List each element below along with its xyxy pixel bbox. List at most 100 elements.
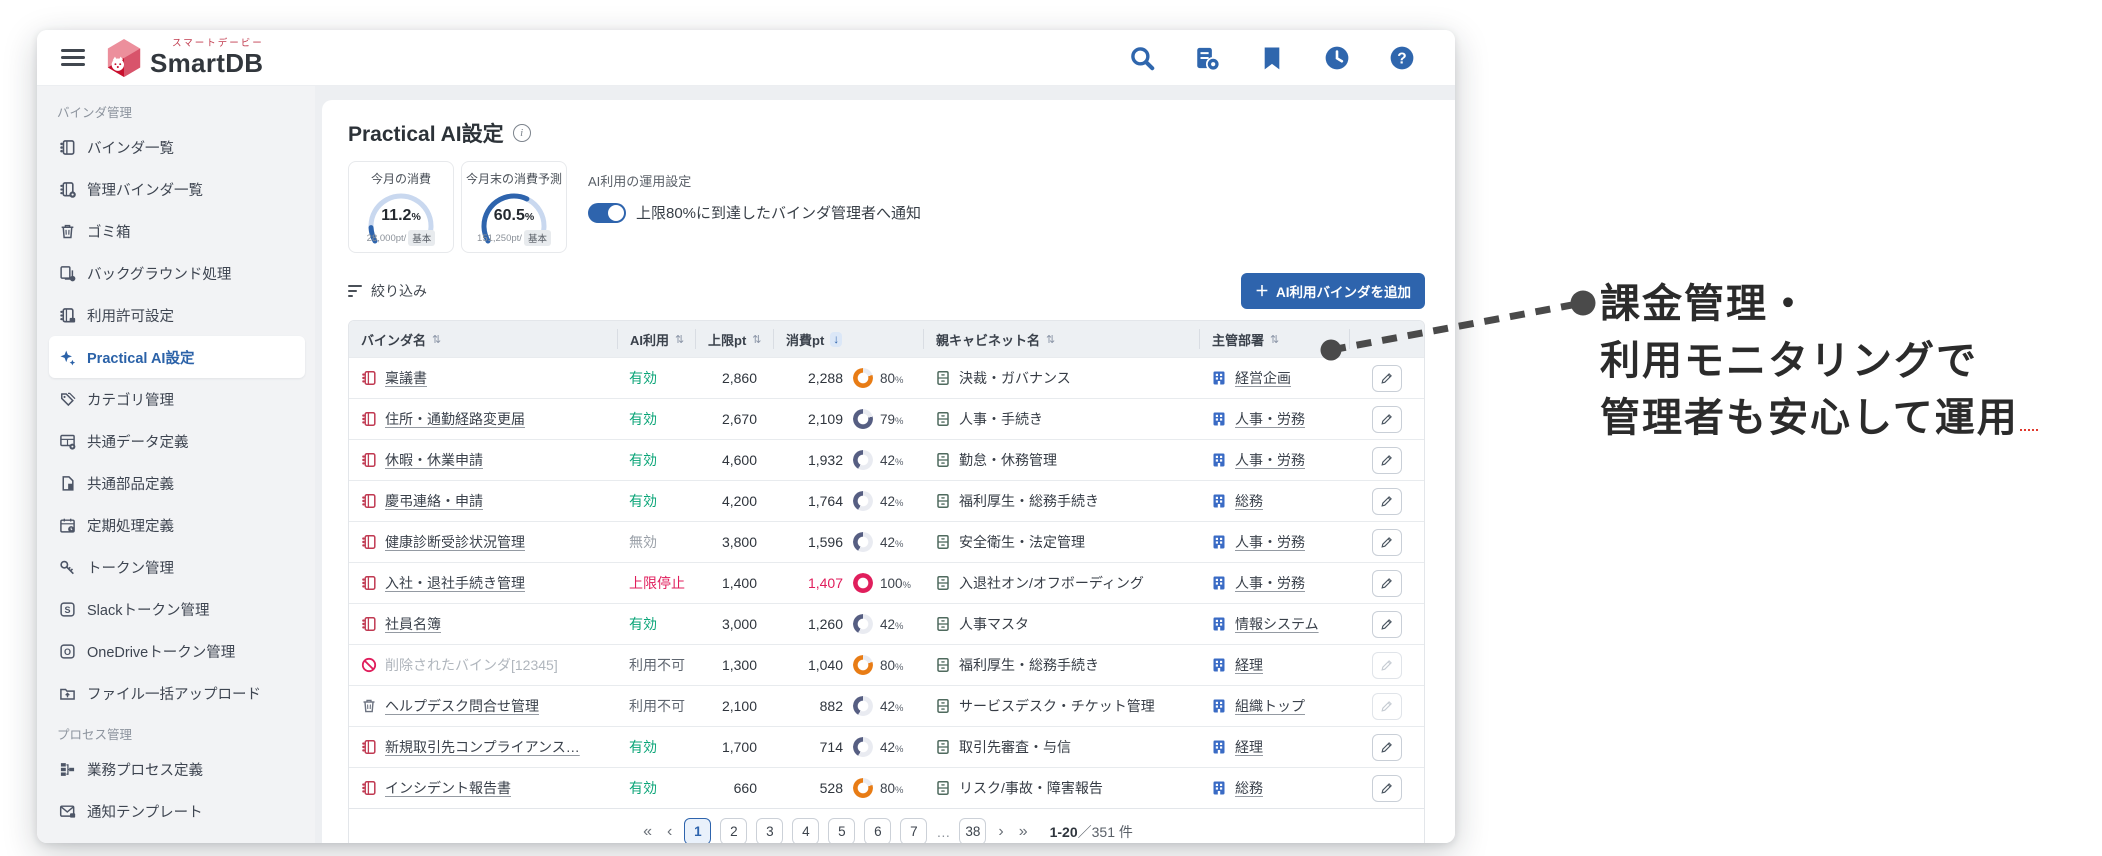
sidebar-item[interactable]: ゴミ箱 bbox=[49, 210, 305, 252]
help-icon[interactable]: ? bbox=[1389, 45, 1415, 71]
cabinet-icon bbox=[935, 616, 951, 632]
sidebar-item[interactable]: 通知テンプレート bbox=[49, 790, 305, 832]
edit-button[interactable] bbox=[1372, 611, 1402, 638]
binder-name-link[interactable]: 入社・退社手続き管理 bbox=[385, 573, 525, 593]
search-icon[interactable] bbox=[1129, 45, 1155, 71]
add-ai-binder-button[interactable]: ＋ AI利用バインダを追加 bbox=[1241, 273, 1425, 309]
clock-icon[interactable] bbox=[1324, 45, 1350, 71]
sidebar-item[interactable]: 定期処理定義 bbox=[49, 504, 305, 546]
department-link[interactable]: 経営企画 bbox=[1235, 368, 1291, 388]
sidebar-item[interactable]: 共通データ定義 bbox=[49, 420, 305, 462]
next-page-button[interactable]: › bbox=[995, 823, 1006, 841]
binder-name-link[interactable]: 稟議書 bbox=[385, 368, 427, 388]
binder-name-link[interactable]: 社員名簿 bbox=[385, 614, 441, 634]
column-header-4[interactable]: 消費pt↓ bbox=[773, 329, 923, 349]
consumed-pt-cell: 1,04080% bbox=[773, 655, 923, 675]
building-icon bbox=[1211, 657, 1227, 673]
binder-name-link[interactable]: ヘルプデスク問合せ管理 bbox=[385, 696, 539, 716]
sidebar-item[interactable]: トークン管理 bbox=[49, 546, 305, 588]
usage-percent-label: 42% bbox=[880, 740, 903, 755]
department-link[interactable]: 人事・労務 bbox=[1235, 409, 1305, 429]
binder-name-link[interactable]: 休暇・休業申請 bbox=[385, 450, 483, 470]
page-button[interactable]: 38 bbox=[959, 818, 986, 843]
page-button[interactable]: 2 bbox=[720, 818, 747, 843]
department-cell: 経理 bbox=[1199, 655, 1349, 675]
edit-button[interactable] bbox=[1372, 488, 1402, 515]
sidebar-item[interactable]: 管理バインダ一覧 bbox=[49, 168, 305, 210]
notify-toggle[interactable] bbox=[588, 203, 626, 223]
binder-name-link[interactable]: 健康診断受診状況管理 bbox=[385, 532, 525, 552]
binder-name-cell: ヘルプデスク問合せ管理 bbox=[349, 696, 617, 716]
process-icon[interactable] bbox=[1194, 45, 1220, 71]
edit-cell bbox=[1349, 447, 1424, 474]
last-page-button[interactable]: » bbox=[1016, 823, 1031, 841]
sidebar-item[interactable]: 利用許可設定 bbox=[49, 294, 305, 336]
column-header-1[interactable]: バインダ名⇅ bbox=[349, 329, 617, 349]
binder-name-link[interactable]: 住所・通勤経路変更届 bbox=[385, 409, 525, 429]
usage-donut bbox=[853, 409, 873, 429]
page-button[interactable]: 3 bbox=[756, 818, 783, 843]
table-gear-icon bbox=[59, 433, 76, 450]
binder-name-link[interactable]: 新規取引先コンプライアンス… bbox=[385, 737, 580, 757]
cabinet-cell: 勤怠・休務管理 bbox=[923, 450, 1199, 470]
department-link[interactable]: 総務 bbox=[1235, 778, 1263, 798]
cabinet-icon bbox=[935, 534, 951, 550]
bookmark-icon[interactable] bbox=[1259, 45, 1285, 71]
building-icon bbox=[1211, 493, 1227, 509]
page-title: Practical AI設定 bbox=[348, 118, 504, 148]
sidebar-item[interactable]: Practical AI設定 bbox=[49, 336, 305, 378]
column-header-6[interactable]: 主管部署⇅ bbox=[1199, 329, 1349, 349]
edit-button[interactable] bbox=[1372, 734, 1402, 761]
hamburger-menu-icon[interactable] bbox=[61, 49, 85, 66]
table-row: 削除されたバインダ[12345]利用不可1,3001,04080%福利厚生・総務… bbox=[349, 644, 1424, 685]
sidebar-item[interactable]: バックグラウンド処理 bbox=[49, 252, 305, 294]
page-button[interactable]: 6 bbox=[864, 818, 891, 843]
binder-name-link[interactable]: 慶弔連絡・申請 bbox=[385, 491, 483, 511]
table-row: 稟議書有効2,8602,28880%決裁・ガバナンス経営企画 bbox=[349, 357, 1424, 398]
department-link[interactable]: 情報システム bbox=[1235, 614, 1319, 634]
page-button[interactable]: 4 bbox=[792, 818, 819, 843]
app-logo[interactable]: スマートデービー SmartDB bbox=[105, 37, 264, 79]
department-link[interactable]: 経理 bbox=[1235, 737, 1263, 757]
info-icon[interactable]: i bbox=[513, 124, 531, 142]
edit-button[interactable] bbox=[1372, 570, 1402, 597]
column-header-3[interactable]: 上限pt⇅ bbox=[695, 329, 773, 349]
sidebar-item[interactable]: カテゴリ管理 bbox=[49, 378, 305, 420]
sidebar-item[interactable]: バインダ一覧 bbox=[49, 126, 305, 168]
department-link[interactable]: 人事・労務 bbox=[1235, 450, 1305, 470]
filter-button[interactable]: 絞り込み bbox=[348, 281, 427, 301]
edit-button[interactable] bbox=[1372, 365, 1402, 392]
edit-button[interactable] bbox=[1372, 447, 1402, 474]
edit-button[interactable] bbox=[1372, 406, 1402, 433]
page-button[interactable]: 5 bbox=[828, 818, 855, 843]
sidebar-item[interactable]: 共通部品定義 bbox=[49, 462, 305, 504]
page-button[interactable]: 7 bbox=[900, 818, 927, 843]
cabinet-name: リスク/事故・障害報告 bbox=[959, 778, 1103, 798]
prev-page-button[interactable]: ‹ bbox=[664, 823, 675, 841]
building-icon bbox=[1211, 739, 1227, 755]
usage-card-label: 今月の消費 bbox=[353, 170, 449, 187]
binder-name-link[interactable]: インシデント報告書 bbox=[385, 778, 511, 798]
department-link[interactable]: 経理 bbox=[1235, 655, 1263, 675]
usage-gauge: 60.5%151,250pt/基本 bbox=[472, 190, 556, 246]
department-link[interactable]: 人事・労務 bbox=[1235, 532, 1305, 552]
sidebar-item-label: 定期処理定義 bbox=[87, 515, 174, 536]
sidebar-item-label: カテゴリ管理 bbox=[87, 389, 174, 410]
first-page-button[interactable]: « bbox=[640, 823, 655, 841]
binder-name-link: 削除されたバインダ[12345] bbox=[385, 655, 558, 675]
department-link[interactable]: 人事・労務 bbox=[1235, 573, 1305, 593]
edit-button[interactable] bbox=[1372, 529, 1402, 556]
usage-row: 今月の消費11.2%28,000pt/基本今月末の消費予測60.5%151,25… bbox=[348, 161, 1425, 253]
column-header-5[interactable]: 親キャビネット名⇅ bbox=[923, 329, 1199, 349]
page-button[interactable]: 1 bbox=[684, 818, 711, 843]
department-cell: 総務 bbox=[1199, 491, 1349, 511]
edit-button[interactable] bbox=[1372, 775, 1402, 802]
department-link[interactable]: 組織トップ bbox=[1235, 696, 1305, 716]
column-header-2[interactable]: AI利用⇅ bbox=[617, 329, 695, 349]
department-link[interactable]: 総務 bbox=[1235, 491, 1263, 511]
sidebar-item[interactable]: OOneDriveトークン管理 bbox=[49, 630, 305, 672]
app-body: バインダ管理バインダ一覧管理バインダ一覧ゴミ箱バックグラウンド処理利用許可設定P… bbox=[37, 86, 1455, 843]
sidebar-item[interactable]: SSlackトークン管理 bbox=[49, 588, 305, 630]
sidebar-item[interactable]: 業務プロセス定義 bbox=[49, 748, 305, 790]
sidebar-item[interactable]: ファイル一括アップロード bbox=[49, 672, 305, 714]
